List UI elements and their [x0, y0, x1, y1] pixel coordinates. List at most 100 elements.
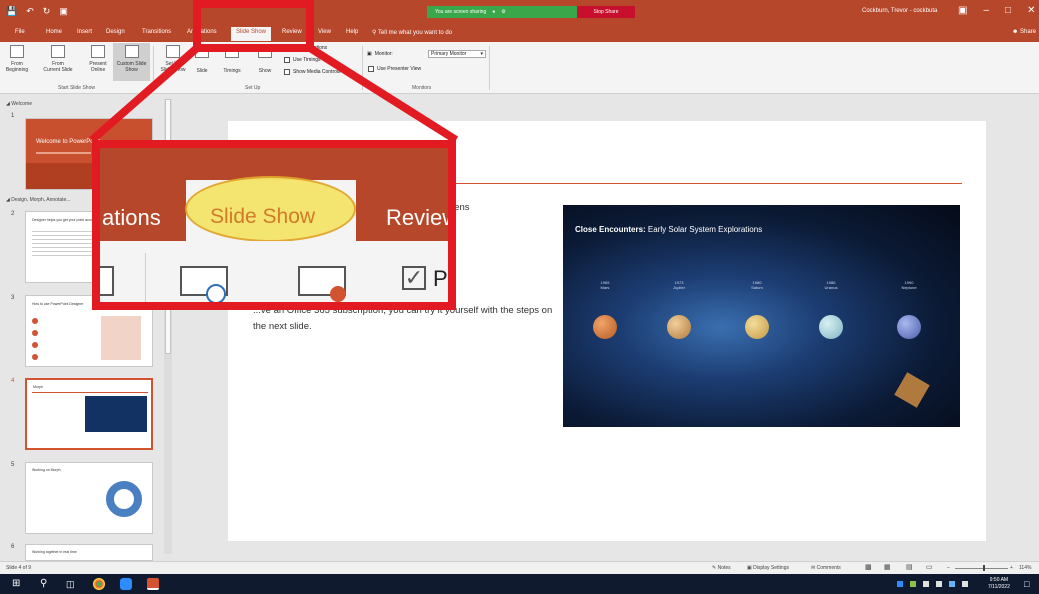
tab-animations[interactable]: Animations	[187, 29, 217, 35]
planet-name: Jupiter	[672, 285, 685, 290]
setup-slideshow-button[interactable]: Set Up Slide Show	[158, 45, 188, 73]
task-view-icon[interactable]: ◫	[66, 578, 78, 590]
current-slide[interactable]: ...movements in your ...form the ...e ac…	[228, 121, 986, 541]
tray-zoom-icon[interactable]	[897, 581, 903, 587]
thumbnail-scrollbar[interactable]	[164, 99, 172, 554]
present-online-button[interactable]: Present Online	[83, 45, 113, 73]
save-icon[interactable]: 💾	[6, 6, 17, 17]
section-header-design[interactable]: ◢ Design, Morph, Annotate...	[6, 197, 70, 203]
collapse-icon: ◢	[6, 197, 10, 203]
reading-view-icon[interactable]: ▤	[906, 563, 913, 571]
clock-date: 7/11/2022	[988, 584, 1010, 590]
slide-thumbnail-2[interactable]: Designer helps you get your point across	[25, 211, 153, 283]
restore-icon[interactable]: □	[1005, 5, 1011, 16]
slideshow-view-icon[interactable]: ▭	[926, 563, 933, 571]
monitor-value: Primary Monitor	[431, 51, 467, 57]
settings-icon[interactable]: ⚙	[501, 9, 505, 15]
user-account[interactable]: Cockburn, Trevor - cockbuta	[862, 8, 937, 14]
planet-name: Mars	[600, 285, 610, 290]
record-slide-show-button[interactable]: Show	[252, 45, 278, 74]
chrome-icon[interactable]	[93, 578, 105, 590]
monitor-dropdown[interactable]: Primary Monitor ▾	[428, 50, 486, 58]
ribbon-tabs: File Home Insert Design Transitions Anim…	[0, 24, 1039, 42]
solar-system-image[interactable]: Close Encounters: Early Solar System Exp…	[563, 205, 960, 427]
from-beginning-label-2: Beginning	[5, 67, 29, 73]
body-paragraph-1: ...movements in your ...form the ...e ac…	[253, 202, 470, 213]
slide-number: 6	[11, 544, 15, 550]
notes-button[interactable]: ✎ Notes	[712, 565, 731, 571]
tab-slide-show[interactable]: Slide Show	[231, 27, 272, 41]
hide-slide-button[interactable]: Slide	[190, 45, 214, 74]
body-paragraph-1-tail: ...mple.	[253, 234, 285, 245]
slide-body-text-2[interactable]: ...ve an Office 365 subscription, you ca…	[253, 303, 553, 335]
record-label: Show	[258, 68, 272, 74]
group-label-monitors: Monitors	[412, 85, 432, 91]
zoom-in-icon[interactable]: +	[1010, 565, 1013, 571]
redo-icon[interactable]: ↻	[43, 6, 51, 17]
notifications-icon[interactable]: □	[1024, 578, 1036, 590]
normal-view-icon[interactable]: ▩	[865, 563, 872, 571]
title-bar: 💾 ↶ ↻ ▣ You are screen sharing ● ⚙ Stop …	[0, 0, 1039, 24]
slide-thumbnail-6[interactable]: Working together in real time	[25, 544, 153, 561]
thumb-text-line	[36, 152, 91, 154]
zoom-slider-thumb[interactable]	[983, 565, 985, 571]
powerpoint-app-icon[interactable]	[147, 578, 159, 590]
thumb-rule	[32, 392, 148, 393]
tray-network-icon[interactable]	[949, 581, 955, 587]
search-icon[interactable]: ⚲	[40, 578, 52, 590]
display-settings-button[interactable]: ▣ Display Settings	[747, 565, 789, 571]
minimize-icon[interactable]: –	[983, 5, 989, 16]
slide-thumbnail-5[interactable]: Working on Morph	[25, 462, 153, 534]
tray-app-icon[interactable]	[910, 581, 916, 587]
tray-volume-icon[interactable]	[962, 581, 968, 587]
ribbon-display-icon[interactable]: ▣	[958, 5, 967, 16]
show-media-controls-checkbox[interactable]: Show Media Controls	[284, 69, 341, 75]
presenter-view-checkbox[interactable]: Use Presenter View	[368, 66, 421, 72]
slide-thumbnail-4-selected[interactable]: Morph	[25, 378, 153, 450]
tray-shield-icon[interactable]	[923, 581, 929, 587]
mic-icon[interactable]: ●	[492, 9, 495, 15]
slide-thumbnail-3[interactable]: How to use PowerPoint Designer	[25, 295, 153, 367]
stop-share-button[interactable]: Stop Share	[577, 6, 635, 18]
tab-file[interactable]: File	[15, 29, 25, 35]
zoom-slider[interactable]	[955, 568, 1008, 569]
tray-onedrive-icon[interactable]	[936, 581, 942, 587]
scrollbar-thumb[interactable]	[165, 99, 171, 354]
zoom-level[interactable]: 114%	[1019, 565, 1031, 571]
zoom-app-icon[interactable]	[120, 578, 132, 590]
windows-start-icon[interactable]: ⊞	[12, 578, 24, 590]
tab-help[interactable]: Help	[346, 29, 358, 35]
hide-slide-label: Slide	[196, 68, 208, 74]
slide-sorter-icon[interactable]: ▦	[884, 563, 891, 571]
tell-me-search[interactable]: ⚲ Tell me what you want to do	[372, 29, 452, 36]
present-icon[interactable]: ▣	[59, 6, 68, 17]
section-header-welcome[interactable]: ◢ Welcome	[6, 101, 32, 107]
year-label: 1986 Uranus	[816, 280, 846, 290]
rehearse-timings-button[interactable]: Timings	[218, 45, 246, 74]
zoom-out-icon[interactable]: –	[947, 565, 950, 571]
tab-home[interactable]: Home	[46, 29, 62, 35]
comments-button[interactable]: ✉ Comments	[811, 565, 841, 571]
slide-number: 3	[11, 295, 15, 301]
undo-icon[interactable]: ↶	[26, 6, 34, 17]
comments-label: Comments	[816, 565, 841, 571]
play-narrations-checkbox[interactable]: Play Narrations	[284, 45, 327, 51]
tab-review[interactable]: Review	[282, 29, 302, 35]
checkbox-checked-icon	[284, 45, 290, 51]
slide-body-text[interactable]: ...movements in your ...form the ...e ac…	[253, 200, 553, 248]
custom-slide-show-button[interactable]: Custom Slide Show	[113, 43, 150, 81]
tell-me-label: Tell me what you want to do	[377, 30, 453, 36]
from-current-button[interactable]: From Current Slide	[40, 45, 76, 73]
taskbar-clock[interactable]: 9:50 AM 7/11/2022	[988, 577, 1010, 591]
tab-transitions[interactable]: Transitions	[142, 29, 171, 35]
use-timings-checkbox[interactable]: Use Timings	[284, 57, 321, 63]
slide-thumbnail-1[interactable]: Welcome to PowerPoint	[25, 118, 153, 190]
window-controls: ▣ – □ ✕	[958, 5, 1035, 16]
tab-design[interactable]: Design	[106, 29, 125, 35]
ribbon: From Beginning From Current Slide Presen…	[0, 42, 1039, 94]
close-icon[interactable]: ✕	[1027, 5, 1035, 16]
tab-view[interactable]: View	[318, 29, 331, 35]
from-beginning-button[interactable]: From Beginning	[3, 45, 31, 73]
tab-insert[interactable]: Insert	[77, 29, 92, 35]
share-button[interactable]: ☻ Share	[1012, 29, 1036, 35]
